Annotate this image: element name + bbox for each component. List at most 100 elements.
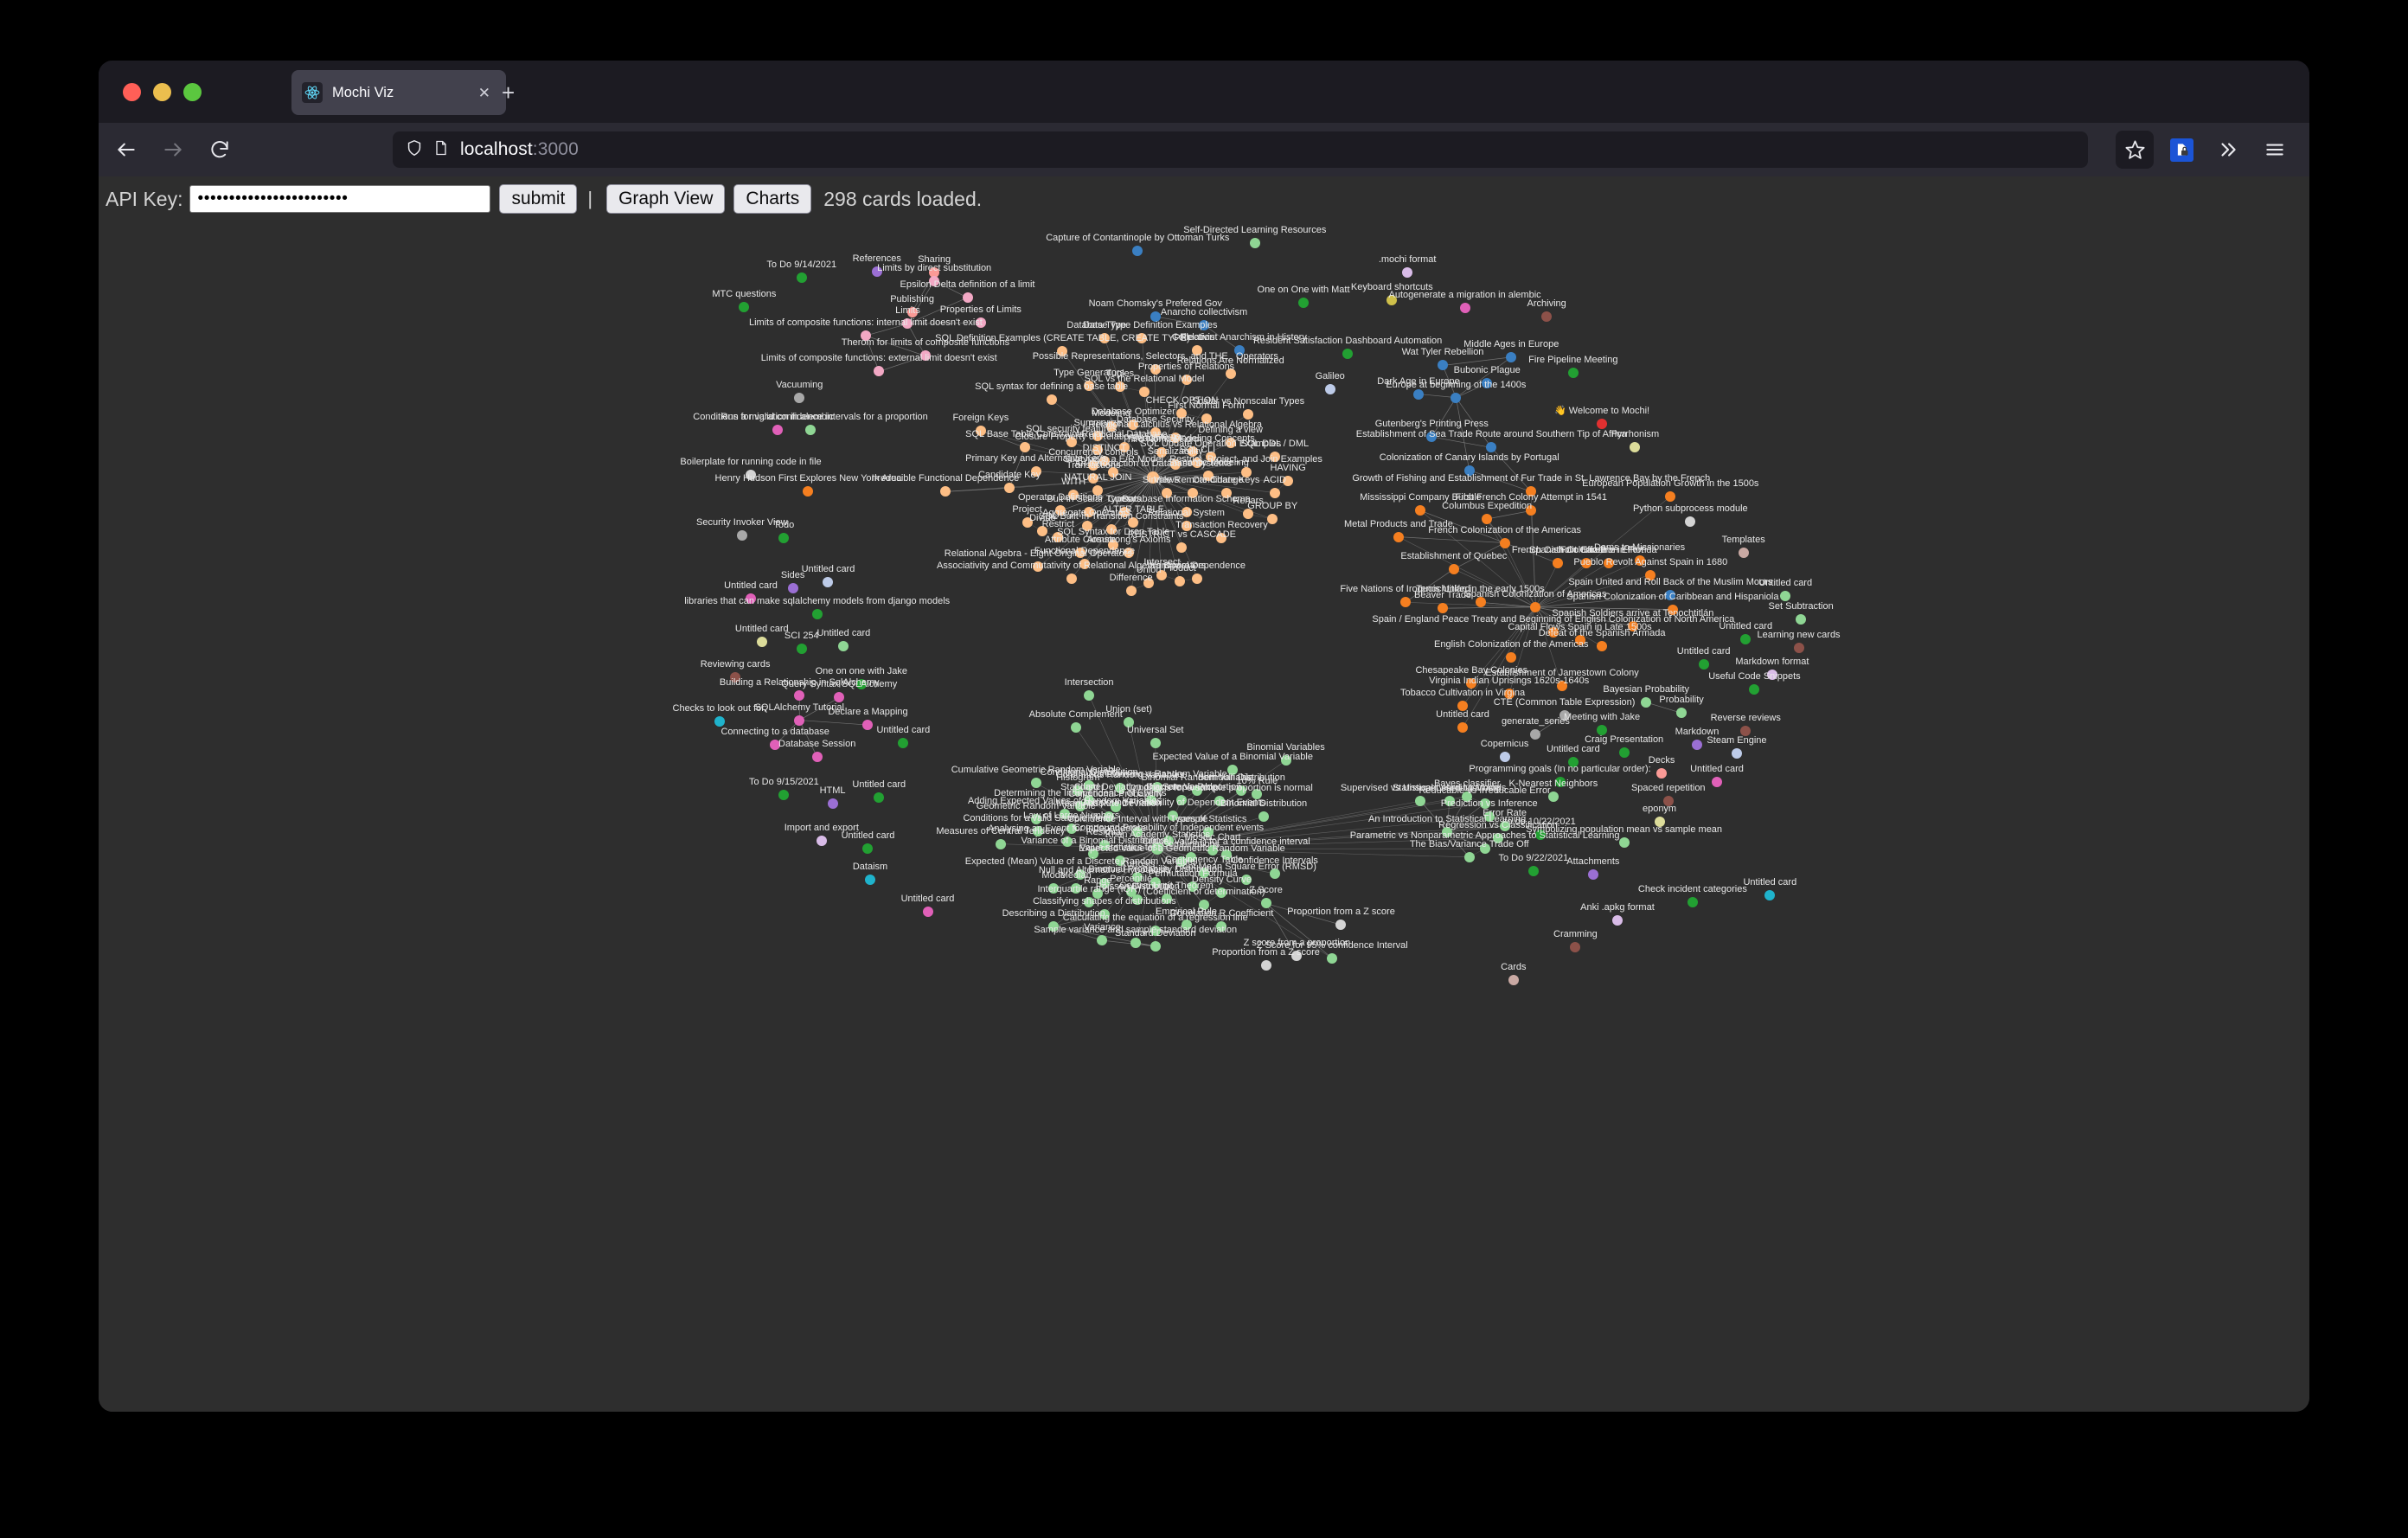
graph-node[interactable]: [1506, 652, 1516, 663]
graph-node[interactable]: [1740, 726, 1751, 736]
graph-node[interactable]: [1438, 360, 1448, 370]
graph-node[interactable]: [1234, 345, 1245, 356]
graph-node[interactable]: [1132, 246, 1143, 256]
graph-node[interactable]: [1568, 368, 1579, 378]
api-key-input[interactable]: [189, 185, 490, 213]
graph-node[interactable]: [1597, 419, 1607, 429]
graph-node[interactable]: [797, 272, 807, 283]
graph-node[interactable]: [1635, 555, 1645, 566]
graph-node[interactable]: [1092, 485, 1103, 496]
graph-node[interactable]: [963, 292, 973, 303]
graph-node[interactable]: [1597, 725, 1607, 735]
graph-node[interactable]: [1108, 467, 1118, 477]
graph-node[interactable]: [1150, 738, 1161, 748]
graph-node[interactable]: [1192, 345, 1202, 356]
graph-node[interactable]: [976, 317, 986, 328]
graph-node[interactable]: [805, 425, 816, 435]
graph-node[interactable]: [1325, 384, 1335, 394]
graph-node[interactable]: [1066, 823, 1077, 834]
graph-node[interactable]: [794, 393, 804, 403]
graph-node[interactable]: [794, 690, 804, 701]
graph-node[interactable]: [1199, 320, 1209, 330]
graph-node[interactable]: [1075, 801, 1086, 811]
graph-node[interactable]: [1111, 802, 1121, 812]
graph-node[interactable]: [1327, 953, 1337, 964]
graph-node[interactable]: [788, 583, 798, 593]
extension-lock-icon[interactable]: [2162, 131, 2200, 169]
graph-node[interactable]: [996, 839, 1006, 849]
graph-node[interactable]: [1143, 578, 1154, 588]
graph-node[interactable]: [1162, 488, 1172, 498]
graph-node[interactable]: [1137, 333, 1147, 343]
graph-node[interactable]: [1645, 570, 1656, 580]
graph-node[interactable]: [1182, 507, 1192, 517]
graph-node[interactable]: [1480, 843, 1490, 854]
url-bar[interactable]: localhost:3000: [393, 131, 2088, 168]
graph-node[interactable]: [1342, 349, 1353, 359]
graph-node[interactable]: [1535, 830, 1546, 840]
graph-node[interactable]: [1291, 951, 1302, 961]
graph-node[interactable]: [1088, 849, 1098, 859]
graph-node[interactable]: [1092, 445, 1103, 455]
graph-node[interactable]: [1099, 456, 1110, 466]
graph-node[interactable]: [1261, 960, 1271, 971]
graph-node[interactable]: [1604, 558, 1614, 568]
graph-node[interactable]: [1655, 817, 1665, 827]
graph-node[interactable]: [898, 738, 908, 748]
graph-node[interactable]: [1084, 780, 1094, 791]
graph-node[interactable]: [1022, 517, 1033, 528]
graph-node[interactable]: [1084, 897, 1094, 907]
graph-node[interactable]: [1088, 473, 1098, 484]
graph-node[interactable]: [1031, 466, 1041, 477]
graph-node[interactable]: [1226, 438, 1236, 448]
graph-node[interactable]: [1460, 303, 1470, 313]
graph-node[interactable]: [1553, 558, 1563, 568]
graph-node[interactable]: [1170, 433, 1181, 443]
graph-node[interactable]: [1464, 465, 1475, 476]
graph-node[interactable]: [1162, 894, 1172, 904]
graph-node[interactable]: [1182, 521, 1192, 531]
graph-node[interactable]: [1749, 684, 1759, 695]
charts-button[interactable]: Charts: [733, 184, 811, 214]
graph-node[interactable]: [1796, 614, 1806, 625]
graph-node[interactable]: [1258, 811, 1269, 822]
graph-node[interactable]: [1216, 888, 1226, 898]
graph-node[interactable]: [1486, 442, 1496, 452]
graph-node[interactable]: [1176, 856, 1187, 867]
overflow-chevrons-icon[interactable]: [2209, 131, 2247, 169]
graph-node[interactable]: [1462, 791, 1472, 802]
graph-node[interactable]: [1119, 507, 1130, 517]
graph-node[interactable]: [1175, 576, 1185, 586]
graph-node[interactable]: [1628, 621, 1638, 631]
graph-node[interactable]: [1221, 849, 1232, 860]
graph-node[interactable]: [1119, 442, 1130, 452]
graph-node[interactable]: [1128, 517, 1138, 528]
graph-node[interactable]: [1186, 852, 1196, 862]
graph-node[interactable]: [1426, 432, 1437, 442]
graph-node[interactable]: [1413, 389, 1424, 400]
graph-node[interactable]: [1597, 641, 1607, 651]
close-window-button[interactable]: [123, 83, 141, 101]
graph-node[interactable]: [1415, 796, 1425, 806]
graph-node[interactable]: [1270, 868, 1280, 879]
graph-node[interactable]: [1500, 821, 1510, 831]
graph-node[interactable]: [1767, 670, 1777, 680]
graph-node[interactable]: [1124, 717, 1134, 727]
graph-node[interactable]: [874, 366, 884, 376]
graph-node[interactable]: [1048, 883, 1059, 894]
graph-node[interactable]: [1176, 542, 1187, 553]
graph-node[interactable]: [1188, 881, 1198, 892]
graph-node[interactable]: [1124, 548, 1134, 558]
graph-node[interactable]: [1084, 795, 1094, 805]
graph-node[interactable]: [865, 875, 875, 885]
graph-node[interactable]: [1115, 381, 1125, 392]
graph-node[interactable]: [1588, 869, 1598, 880]
graph-node[interactable]: [929, 276, 939, 286]
graph-node[interactable]: [1150, 926, 1161, 936]
graph-node[interactable]: [1150, 427, 1161, 438]
graph-node[interactable]: [1084, 690, 1094, 701]
graph-node[interactable]: [1668, 605, 1678, 615]
graph-node[interactable]: [1559, 710, 1570, 721]
graph-node[interactable]: [1236, 785, 1246, 796]
graph-node[interactable]: [1241, 875, 1252, 885]
